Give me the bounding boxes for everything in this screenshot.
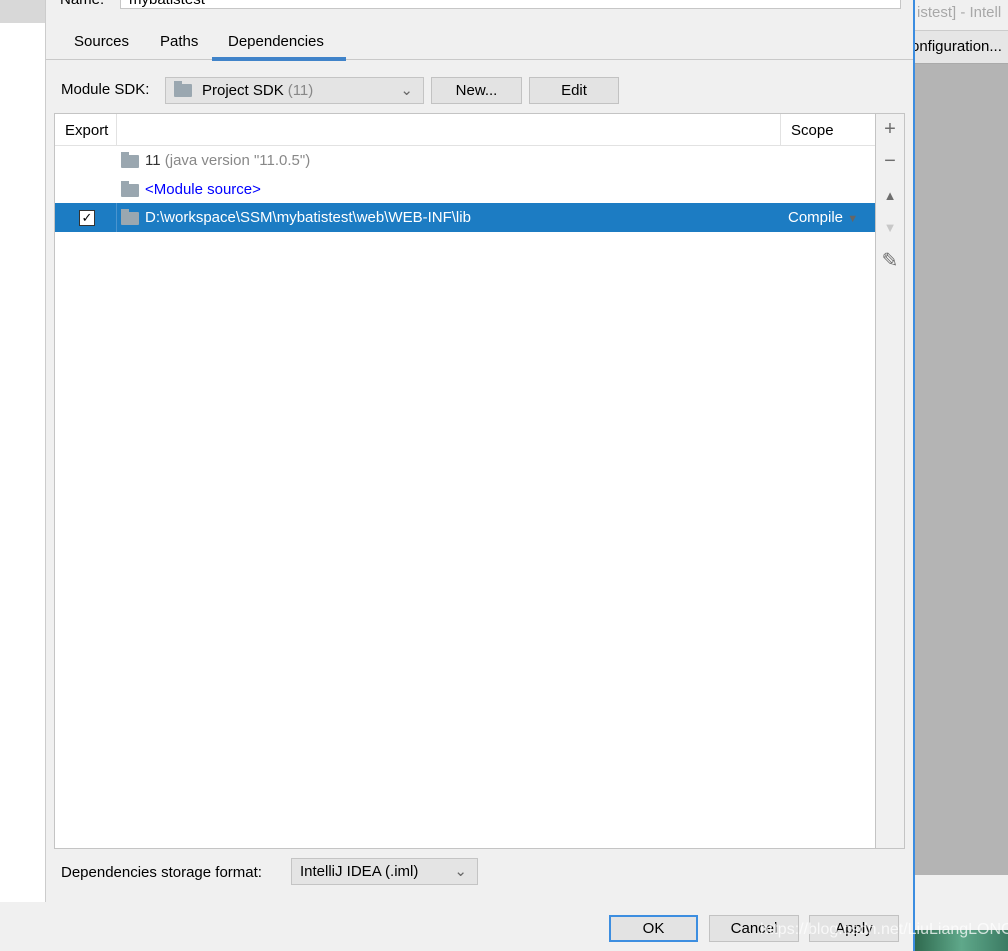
dependency-detail: (java version "11.0.5") xyxy=(164,152,311,169)
scope-value: Compile xyxy=(788,209,844,226)
module-source-folder-icon xyxy=(121,180,139,197)
remove-icon[interactable]: − xyxy=(876,150,904,173)
table-header: Export Scope xyxy=(55,114,875,146)
table-row-selected[interactable]: ✓ D:\workspace\SSM\mybatistest\web\WEB-I… xyxy=(55,203,875,232)
dependency-name: <Module source> xyxy=(145,181,261,198)
background-window xyxy=(913,0,1008,951)
folder-icon xyxy=(121,208,139,225)
chevron-down-icon: ⌄ xyxy=(400,82,413,99)
storage-format-dropdown[interactable]: IntelliJ IDEA (.iml) ⌄ xyxy=(291,858,478,885)
tab-paths[interactable]: Paths xyxy=(160,33,198,50)
add-icon[interactable]: + xyxy=(876,118,904,141)
background-window-title: istest] - Intell xyxy=(915,0,1008,30)
module-sdk-dropdown[interactable]: Project SDK (11) ⌄ xyxy=(165,77,424,104)
tab-divider xyxy=(46,59,913,60)
dependencies-toolbar: + − ▲ ▼ ✎ xyxy=(876,113,905,849)
scope-dropdown[interactable]: Compile ▼ xyxy=(788,203,858,234)
sdk-value: Project SDK xyxy=(202,82,284,99)
ok-button[interactable]: OK xyxy=(609,915,698,942)
dependencies-table: Export Scope 11 (java version "11.0.5") … xyxy=(54,113,876,849)
export-checkbox[interactable]: ✓ xyxy=(79,210,95,226)
chevron-down-icon: ⌄ xyxy=(454,863,467,880)
dependency-name: 11 xyxy=(145,152,161,169)
module-sdk-label: Module SDK: xyxy=(61,81,150,98)
name-input[interactable]: mybatistest xyxy=(120,0,901,9)
jdk-folder-icon xyxy=(174,81,192,97)
table-row[interactable]: <Module source> xyxy=(55,175,875,204)
edit-sdk-button[interactable]: Edit xyxy=(529,77,619,104)
tab-dependencies[interactable]: Dependencies xyxy=(228,33,324,50)
storage-format-label: Dependencies storage format: xyxy=(61,864,262,881)
tab-selected-indicator xyxy=(212,57,346,61)
scope-column-header[interactable]: Scope xyxy=(791,122,834,139)
background-panel xyxy=(0,0,45,23)
export-column-header[interactable]: Export xyxy=(65,122,108,139)
sdk-version: (11) xyxy=(287,82,314,99)
storage-format-value: IntelliJ IDEA (.iml) xyxy=(300,863,419,880)
name-label: Name: xyxy=(60,0,104,8)
dependency-name: D:\workspace\SSM\mybatistest\web\WEB-INF… xyxy=(145,209,471,226)
dropdown-arrow-icon: ▼ xyxy=(847,213,859,225)
move-down-icon[interactable]: ▼ xyxy=(876,220,904,235)
configuration-button[interactable]: onfiguration... xyxy=(915,30,1008,64)
new-sdk-button[interactable]: New... xyxy=(431,77,522,104)
move-up-icon[interactable]: ▲ xyxy=(876,188,904,203)
tab-sources[interactable]: Sources xyxy=(74,33,129,50)
watermark: https://blog.csdn.net/LiuLiangLONG xyxy=(760,921,1008,938)
jdk-folder-icon xyxy=(121,151,139,168)
table-row[interactable]: 11 (java version "11.0.5") xyxy=(55,146,875,175)
edit-icon[interactable]: ✎ xyxy=(876,248,904,273)
